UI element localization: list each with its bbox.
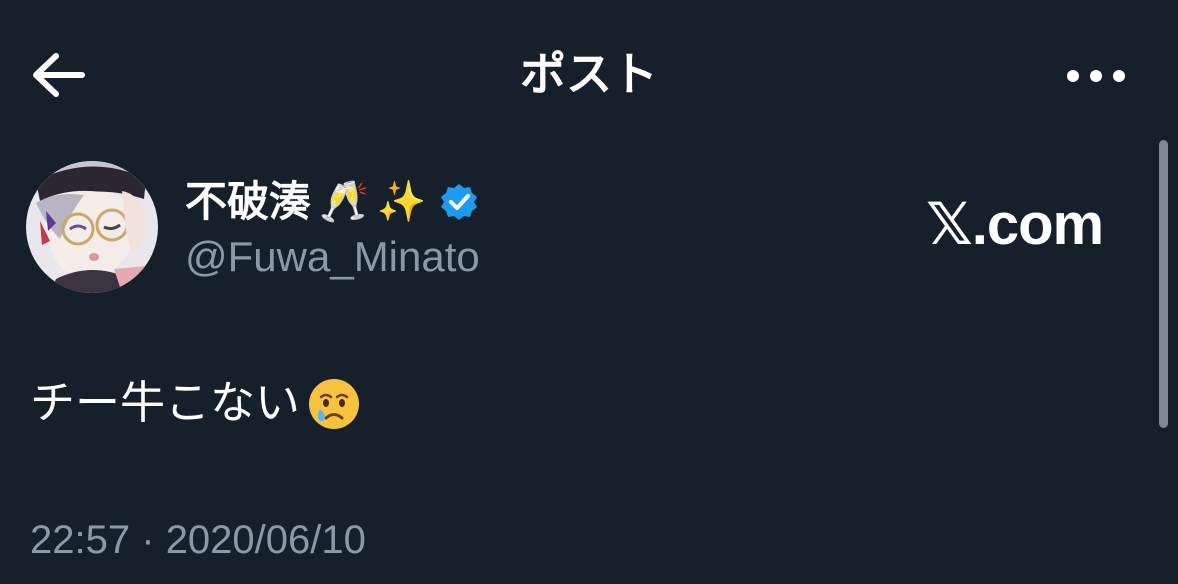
- back-button[interactable]: [28, 48, 90, 102]
- post-time[interactable]: 22:57: [30, 518, 130, 562]
- verified-badge-icon[interactable]: [439, 182, 479, 222]
- more-dots-icon: [1067, 70, 1125, 82]
- post-date[interactable]: 2020/06/10: [166, 518, 366, 562]
- arrow-left-icon: [33, 53, 85, 97]
- meta-separator: ·: [141, 518, 155, 562]
- tweet-text: チー牛こない: [30, 377, 301, 428]
- champagne-emoji: 🥂: [319, 180, 369, 224]
- display-name[interactable]: 不破湊: [185, 174, 311, 230]
- scrollbar-thumb[interactable]: [1159, 140, 1168, 428]
- top-bar: ポスト: [0, 0, 1178, 150]
- author-handle[interactable]: @Fuwa_Minato: [185, 230, 480, 284]
- sparkles-emoji: ✨: [376, 180, 427, 224]
- post-timestamp: 22:57 · 2020/06/10: [30, 512, 366, 568]
- page-title: ポスト: [520, 48, 658, 100]
- author-name-row: 不破湊 🥂 ✨: [185, 172, 479, 232]
- crying-face-emoji: [309, 379, 360, 429]
- x-com-watermark: 𝕏.com: [926, 192, 1104, 257]
- tweet-body: チー牛こない: [30, 372, 362, 434]
- avatar[interactable]: [26, 161, 158, 293]
- more-options-button[interactable]: [1056, 54, 1136, 98]
